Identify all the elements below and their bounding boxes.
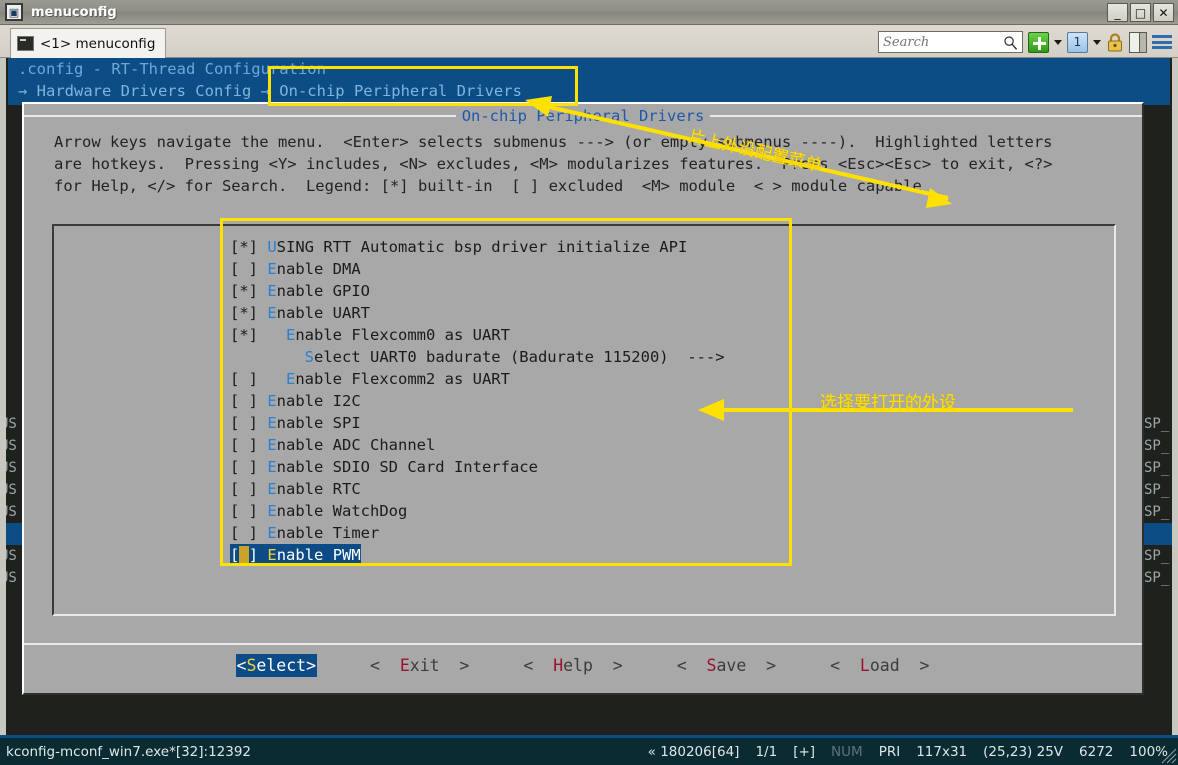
tab-menuconfig[interactable]: <1> menuconfig: [10, 28, 166, 58]
menu-item[interactable]: [ ] Enable Flexcomm2 as UART: [230, 368, 1108, 390]
status-bar: kconfig-mconf_win7.exe*[32]:12392 « 1802…: [0, 735, 1178, 765]
search-box[interactable]: [878, 31, 1023, 53]
console-text-fragment: SP_: [1144, 479, 1178, 501]
search-icon: [1003, 35, 1018, 51]
pane-icon[interactable]: 1: [1067, 32, 1088, 53]
menu-list-box: [*] USING RTT Automatic bsp driver initi…: [52, 224, 1116, 616]
menu-item[interactable]: [*] Enable GPIO: [230, 280, 1108, 302]
window-controls: _ □ ✕: [1107, 3, 1174, 22]
status-process: kconfig-mconf_win7.exe*[32]:12392: [6, 744, 251, 760]
menu-item[interactable]: [ ] Enable I2C: [230, 390, 1108, 412]
search-input[interactable]: [883, 35, 1001, 50]
menu-item[interactable]: [ ] Enable DMA: [230, 258, 1108, 280]
status-item: PRI: [879, 744, 901, 760]
console-text-fragment: [1144, 523, 1178, 545]
menuconfig-dialog: On-chip Peripheral Drivers Arrow keys na…: [22, 102, 1144, 695]
status-item: 117x31: [916, 744, 967, 760]
console-text-fragment: SP_: [1144, 545, 1178, 567]
load-button[interactable]: < Load >: [829, 654, 930, 677]
app-root: ▣ menuconfig _ □ ✕ <1> menuconfig 1: [0, 0, 1178, 765]
status-items: « 180206[64] 1/1 [+] NUM PRI 117x31 (25,23) 25…: [648, 744, 1168, 760]
console-icon: [17, 36, 34, 51]
close-button[interactable]: ✕: [1153, 3, 1174, 22]
chevron-down-icon-2[interactable]: [1093, 40, 1101, 45]
console-text-fragment: SP_: [1144, 501, 1178, 523]
menu-item[interactable]: [ ] Enable SDIO SD Card Interface: [230, 456, 1108, 478]
menu-item[interactable]: [*] Enable UART: [230, 302, 1108, 324]
status-item: (25,23) 25V: [983, 744, 1063, 760]
menu-item[interactable]: [ ] Enable PWM: [230, 544, 361, 566]
console-text-fragment: SP_: [1144, 457, 1178, 479]
plus-icon[interactable]: [1028, 32, 1049, 53]
menu-items[interactable]: [*] USING RTT Automatic bsp driver initi…: [230, 236, 1108, 608]
select-button[interactable]: <Select>: [236, 654, 317, 677]
dialog-title: On-chip Peripheral Drivers: [456, 107, 711, 125]
dialog-separator: [24, 643, 1142, 645]
status-item: NUM: [831, 744, 863, 760]
annotation-text-menu: 选择要打开的外设: [820, 388, 956, 413]
console-text-fragment: SP_: [1144, 567, 1178, 589]
chevron-down-icon[interactable]: [1054, 40, 1062, 45]
exit-button[interactable]: < Exit >: [369, 654, 470, 677]
save-button[interactable]: < Save >: [676, 654, 777, 677]
breadcrumb-line-2: → Hardware Drivers Config → On-chip Peri…: [8, 80, 1170, 102]
help-button[interactable]: < Help >: [522, 654, 623, 677]
status-item: 6272: [1079, 744, 1113, 760]
breadcrumb-line-1: .config - RT-Thread Configuration: [8, 58, 1170, 80]
minimize-button[interactable]: _: [1107, 3, 1128, 22]
menu-item[interactable]: [ ] Enable ADC Channel: [230, 434, 1108, 456]
menu-item[interactable]: [ ] Enable RTC: [230, 478, 1108, 500]
menu-item[interactable]: Select UART0 badurate (Badurate 115200) …: [230, 346, 1108, 368]
menu-item[interactable]: [*] Enable Flexcomm0 as UART: [230, 324, 1108, 346]
console-right-fragments: SP_SP_SP_SP_SP_ SP_SP_: [1144, 413, 1178, 589]
status-item: [+]: [793, 744, 815, 760]
console-text-fragment: SP_: [1144, 435, 1178, 457]
split-panel-icon[interactable]: [1129, 32, 1147, 53]
status-item: 1/1: [755, 744, 777, 760]
resize-grip-icon[interactable]: [1161, 748, 1177, 764]
lock-icon[interactable]: [1106, 32, 1124, 53]
menu-item[interactable]: [ ] Enable Timer: [230, 522, 1108, 544]
menu-item[interactable]: [ ] Enable WatchDog: [230, 500, 1108, 522]
dialog-help-text: Arrow keys navigate the menu. <Enter> se…: [24, 127, 1142, 197]
console-area: .config - RT-Thread Configuration → Hard…: [0, 58, 1178, 735]
tab-label: <1> menuconfig: [40, 36, 155, 52]
tab-bar: <1> menuconfig 1: [0, 25, 1178, 58]
breadcrumb: .config - RT-Thread Configuration → Hard…: [8, 58, 1170, 105]
terminal-icon: ▣: [5, 3, 23, 21]
toolbar: 1: [878, 29, 1172, 55]
window-titlebar: ▣ menuconfig _ □ ✕: [0, 0, 1178, 25]
dialog-buttons: <Select> < Exit > < Help > < Save > < Load >: [24, 649, 1142, 681]
title-rule-right: [710, 115, 1142, 117]
console-text-fragment: SP_: [1144, 413, 1178, 435]
hamburger-icon[interactable]: [1152, 33, 1172, 51]
status-item: « 180206[64]: [648, 744, 740, 760]
menu-item[interactable]: [*] USING RTT Automatic bsp driver initi…: [230, 236, 1108, 258]
maximize-button[interactable]: □: [1130, 3, 1151, 22]
dialog-title-row: On-chip Peripheral Drivers: [24, 105, 1142, 127]
menu-item[interactable]: [ ] Enable SPI: [230, 412, 1108, 434]
window-title: menuconfig: [31, 5, 117, 20]
title-rule-left: [24, 115, 456, 117]
